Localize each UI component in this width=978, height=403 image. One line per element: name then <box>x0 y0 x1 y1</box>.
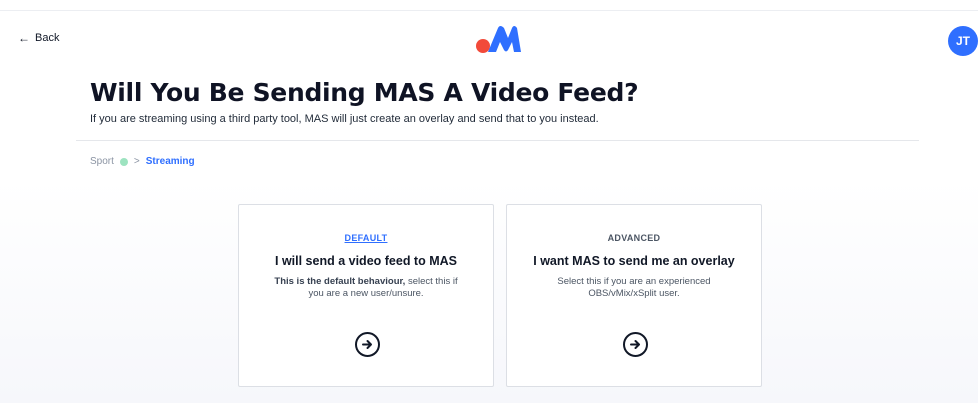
back-button[interactable]: ← Back <box>18 32 59 44</box>
option-description-bold: This is the default behaviour, <box>274 276 406 287</box>
mas-logo <box>476 26 521 53</box>
arrow-right-circle-icon[interactable] <box>355 332 380 357</box>
option-description: This is the default behaviour, select th… <box>266 276 466 300</box>
option-title: I will send a video feed to MAS <box>275 254 457 268</box>
option-card-send-overlay[interactable]: ADVANCED I want MAS to send me an overla… <box>506 204 762 387</box>
arrow-left-icon: ← <box>18 31 30 45</box>
option-title: I want MAS to send me an overlay <box>533 254 735 268</box>
hero: Will You Be Sending MAS A Video Feed? If… <box>90 78 920 125</box>
breadcrumb-streaming: Streaming <box>145 156 195 167</box>
hero-divider <box>76 140 919 141</box>
check-dot-icon <box>119 157 128 166</box>
arrow-right-circle-icon[interactable] <box>623 332 648 357</box>
page-title: Will You Be Sending MAS A Video Feed? <box>90 78 639 107</box>
option-card-send-video[interactable]: DEFAULT I will send a video feed to MAS … <box>238 204 494 387</box>
option-tag-default: DEFAULT <box>344 233 388 243</box>
breadcrumb: Sport > Streaming <box>90 156 195 167</box>
avatar-initials: JT <box>955 34 970 48</box>
option-tag-advanced: ADVANCED <box>607 233 661 243</box>
breadcrumb-separator: > <box>133 156 140 167</box>
breadcrumb-sport[interactable]: Sport <box>90 156 114 167</box>
option-description: Select this if you are an experienced OB… <box>557 276 711 299</box>
user-avatar[interactable]: JT <box>948 26 978 56</box>
back-label: Back <box>35 32 60 44</box>
header: ← Back JT <box>0 10 978 66</box>
page-subtitle: If you are streaming using a third party… <box>90 113 599 125</box>
